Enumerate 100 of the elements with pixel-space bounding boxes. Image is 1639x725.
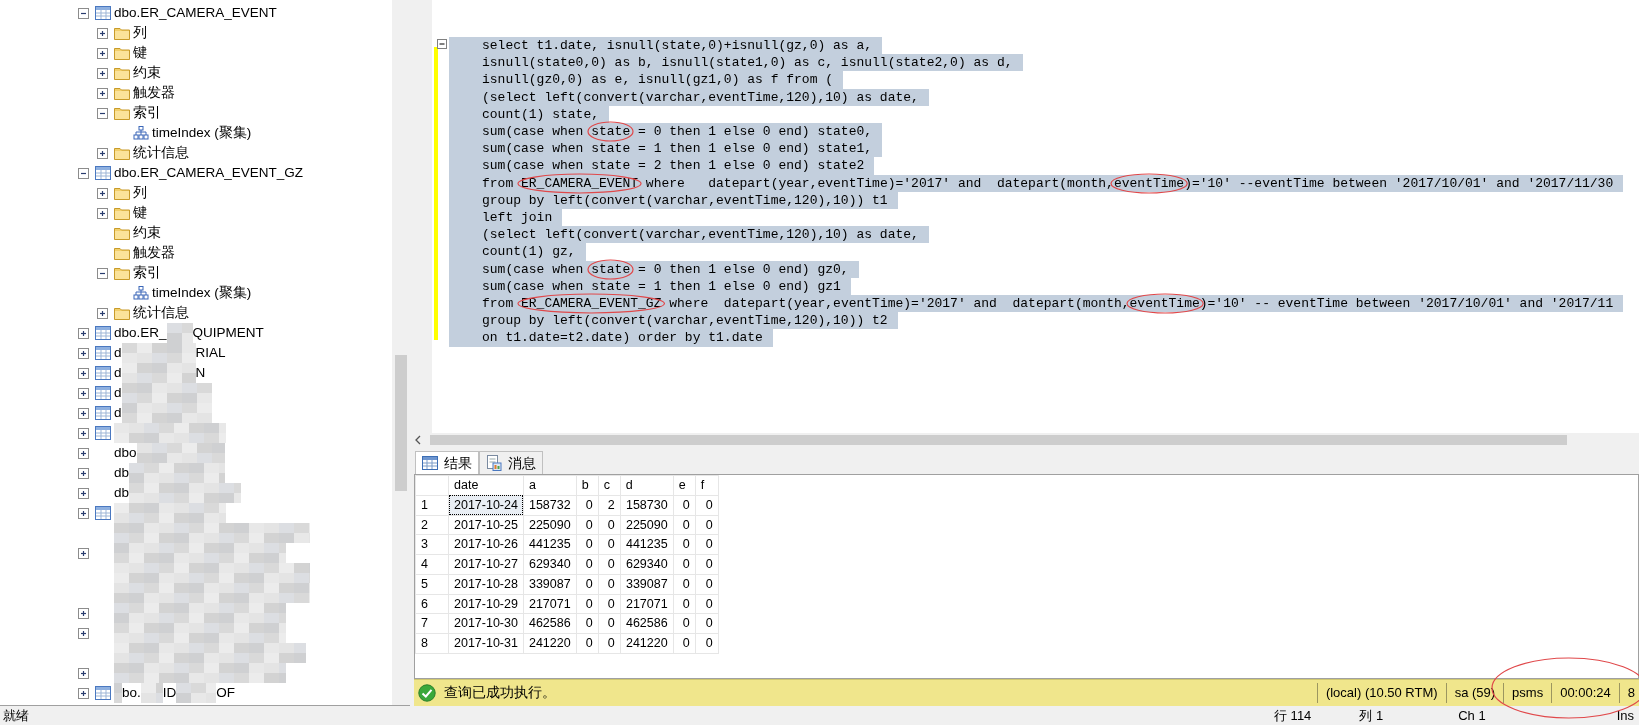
tree-item-label[interactable]: 统计信息 [133,144,189,162]
table-cell: 0 [576,633,599,654]
tree-item-label[interactable]: bo. [122,684,141,702]
tree-item-label[interactable]: dbo.ER_ [114,324,167,342]
table-cell: 0 [695,515,719,535]
tree-item-label[interactable]: 约束 [133,64,161,82]
column-header[interactable]: c [598,475,621,496]
table-cell: 441235 [523,534,577,555]
tree-item-label[interactable]: d [114,404,122,422]
expand-toggle[interactable] [78,407,89,419]
table-icon [95,506,111,520]
tree-item-label[interactable]: 索引 [133,104,161,122]
table-cell: 225090 [620,515,674,535]
column-header[interactable]: a [523,475,577,496]
tree-item-label[interactable]: 键 [133,204,147,222]
table-cell: 0 [673,594,696,614]
table-cell: 0 [695,554,719,575]
column-header[interactable]: b [576,475,599,496]
expand-toggle[interactable] [78,627,89,639]
table-icon [95,386,111,400]
tree-item-label[interactable]: dbo [114,444,137,462]
scrollbar-thumb[interactable] [430,435,1567,445]
expand-toggle[interactable] [78,487,89,499]
tree-item-label[interactable]: 触发器 [133,84,175,102]
expand-toggle[interactable] [78,327,89,339]
table-cell: 2017-10-28 [448,574,524,594]
table-icon [95,366,111,380]
folder-icon [114,186,130,200]
tree-item-label[interactable]: 列 [133,184,147,202]
tree-item-label[interactable]: db [114,484,130,502]
table-cell: 462586 [620,613,674,634]
tree-item-label[interactable]: dbo.ER_CAMERA_EVENT [114,4,277,22]
document-icon [486,455,502,471]
expand-toggle[interactable] [78,687,89,699]
expand-toggle[interactable] [97,147,108,159]
column-number: 列 1 [1359,706,1384,725]
tree-item-label[interactable]: 列 [133,24,147,42]
tree-item-label[interactable]: timeIndex (聚集) [152,124,252,142]
expand-toggle[interactable] [78,507,89,519]
tree-item-label[interactable]: timeIndex (聚集) [152,284,252,302]
column-header[interactable]: e [673,475,696,496]
scrollbar-thumb[interactable] [395,355,407,491]
tree-item-label[interactable]: ID [162,684,177,702]
column-header[interactable]: date [448,475,524,496]
column-header[interactable]: d [620,475,674,496]
table-cell: 0 [598,554,621,575]
expand-toggle[interactable] [97,67,108,79]
expand-toggle[interactable] [78,607,89,619]
tree-item-label[interactable]: dbo.ER_CAMERA_EVENT_GZ [114,164,304,182]
expand-toggle[interactable] [97,27,108,39]
collapse-toggle[interactable] [78,7,89,19]
table-cell: 0 [695,633,719,654]
expand-toggle[interactable] [78,467,89,479]
row-number: 7 [415,613,449,634]
table-cell: 0 [673,554,696,575]
table-cell: 0 [598,534,621,555]
expand-toggle[interactable] [78,547,89,559]
tree-item-label[interactable]: d [114,344,122,362]
folder-icon [114,66,130,80]
tree-item-label[interactable]: 约束 [133,224,161,242]
tree-item-label[interactable]: N [195,364,206,382]
table-cell: 0 [673,495,696,515]
collapse-toggle[interactable] [78,167,89,179]
expand-toggle[interactable] [97,307,108,319]
tree-item-label[interactable]: 索引 [133,264,161,282]
expand-toggle[interactable] [97,207,108,219]
status-field: 8 [1618,683,1639,703]
tree-item-label[interactable]: 统计信息 [133,304,189,322]
tree-item-label[interactable]: d [114,364,122,382]
expand-toggle[interactable] [97,47,108,59]
expand-toggle[interactable] [78,367,89,379]
collapse-toggle[interactable] [97,267,108,279]
scrollbar[interactable] [392,0,410,705]
hierarchy-icon [133,286,149,300]
collapse-toggle[interactable] [97,107,108,119]
table-icon [95,346,111,360]
results-tab[interactable]: 消息 [479,451,543,474]
tree-item-label[interactable]: 键 [133,44,147,62]
tree-item-label[interactable]: RIAL [195,344,226,362]
expand-toggle[interactable] [78,427,89,439]
tree-item-label[interactable]: QUIPMENT [192,324,264,342]
table-cell: 0 [695,534,719,555]
expand-toggle[interactable] [97,87,108,99]
expand-toggle[interactable] [78,347,89,359]
column-header[interactable]: f [695,475,719,496]
collapse-toggle[interactable] [437,39,448,50]
table-cell: 2017-10-24 [448,495,524,515]
table-icon [95,686,111,700]
folder-icon [114,226,130,240]
tree-item-label[interactable]: OF [216,684,236,702]
results-tab[interactable]: 结果 [415,451,479,474]
table-cell: 2017-10-29 [448,594,524,614]
tree-item-label[interactable]: d [114,384,122,402]
tree-item-label[interactable]: db [114,464,130,482]
expand-toggle[interactable] [78,447,89,459]
expand-toggle[interactable] [78,387,89,399]
expand-toggle[interactable] [97,187,108,199]
tree-item-label[interactable]: 触发器 [133,244,175,262]
expand-toggle[interactable] [78,667,89,679]
table-cell: 2017-10-26 [448,534,524,555]
